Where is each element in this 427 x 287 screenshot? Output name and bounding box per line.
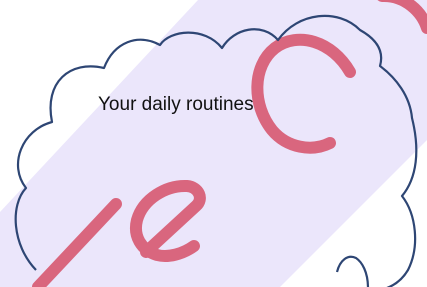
cloud-inner-arc <box>335 255 370 287</box>
cloud-caption: Your daily routines <box>98 94 254 115</box>
highlight-band <box>0 0 427 287</box>
document-canvas <box>0 0 427 287</box>
